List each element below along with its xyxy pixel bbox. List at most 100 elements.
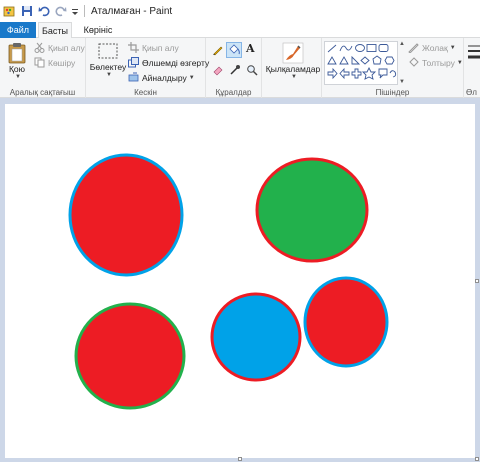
brushes-button[interactable]: Қылқаламдар ▼	[265, 42, 321, 80]
rotate-label: Айналдыру	[142, 72, 187, 83]
paste-dropdown-icon: ▼	[15, 74, 21, 80]
heart-shape-icon	[389, 70, 397, 78]
clipboard-group: Қою ▼ Қиып алу Көшіру Аралық сақтағыш	[0, 38, 86, 98]
select-dropdown-icon: ▼	[106, 72, 112, 78]
shapes-scroll-up-icon[interactable]: ▲	[399, 41, 405, 47]
select-label: Бөлектеу	[89, 62, 127, 72]
undo-icon[interactable]	[37, 4, 51, 18]
quick-access-toolbar	[0, 0, 87, 22]
curve-shape-icon	[339, 45, 353, 52]
shapes-gallery[interactable]	[324, 41, 398, 85]
brushes-dropdown-icon: ▼	[291, 74, 297, 80]
brushes-label: Қылқаламдар	[265, 64, 321, 74]
rectangle-shape-icon	[366, 44, 377, 52]
crop-button[interactable]: Қиып алу	[128, 42, 179, 53]
copy-button[interactable]: Көшіру	[34, 57, 75, 68]
clipboard-group-label: Аралық сақтағыш	[9, 88, 76, 97]
red-circle-green-outline	[74, 302, 186, 410]
rotate-icon	[128, 72, 139, 83]
size-group: Өл	[464, 38, 480, 98]
shapes-group-label: Пішіндер	[375, 88, 410, 97]
canvas-resize-handle-bottom[interactable]	[238, 457, 242, 461]
eraser-icon[interactable]	[212, 64, 224, 78]
canvas-drawing	[68, 153, 389, 410]
shapes-group: ▲ ▼ Жолақ ▼ Толтыру ▼ Пішіндер	[322, 38, 464, 98]
outline-label: Жолақ	[422, 42, 448, 53]
image-group-label: Кескін	[134, 88, 157, 97]
drawing-canvas[interactable]	[5, 104, 475, 458]
crop-label: Қиып алу	[142, 42, 179, 53]
tab-home[interactable]: Басты	[38, 22, 72, 39]
tools-group: A Құралдар	[206, 38, 262, 98]
shapes-scroll-down-icon[interactable]: ▼	[399, 79, 405, 85]
resize-label: Өлшемді өзгерту	[142, 57, 210, 68]
tab-file[interactable]: Файл	[0, 22, 36, 38]
diamond-shape-icon	[360, 56, 370, 65]
canvas-resize-handle-corner[interactable]	[475, 457, 479, 461]
triangle-shape-icon	[339, 56, 349, 65]
rotate-button[interactable]: Айналдыру ▼	[128, 72, 195, 83]
size-group-label: Өл	[466, 88, 477, 97]
ribbon-tabs: Файл Басты Көрініс	[0, 22, 480, 39]
image-group: Бөлектеу ▼ Қиып алу Өлшемді өзгерту Айна…	[86, 38, 209, 98]
line-shape-icon	[327, 44, 337, 53]
right-triangle-shape-icon	[351, 55, 361, 65]
fill-bucket-icon[interactable]	[226, 42, 242, 58]
cut-label: Қиып алу	[48, 42, 85, 53]
paintbrush-icon	[282, 42, 304, 64]
callout-shape-icon	[378, 68, 388, 79]
fill-icon	[408, 57, 419, 68]
resize-button[interactable]: Өлшемді өзгерту	[128, 57, 209, 68]
pencil-icon[interactable]	[212, 44, 224, 58]
red-circle-blue-outline	[68, 153, 184, 277]
paste-button[interactable]: Қою ▼	[6, 42, 28, 80]
copy-icon	[34, 57, 45, 68]
shapes-gallery-scroll[interactable]: ▲ ▼	[399, 41, 405, 85]
pentagon-shape-icon	[372, 55, 382, 65]
fill-dropdown[interactable]: Толтыру ▼	[408, 57, 463, 68]
rounded-rectangle-shape-icon	[378, 44, 389, 52]
fill-label: Толтыру	[422, 57, 455, 68]
title-separator	[84, 5, 85, 17]
window-title: Аталмаған - Paint	[91, 5, 173, 17]
ribbon: Қою ▼ Қиып алу Көшіру Аралық сақтағыш Бө…	[0, 38, 480, 98]
shapes-gallery-icons	[327, 44, 397, 80]
rotate-dropdown-icon: ▼	[188, 74, 195, 81]
cut-button[interactable]: Қиып алу	[34, 42, 85, 53]
copy-label: Көшіру	[48, 57, 76, 68]
cross-shape-icon	[351, 68, 362, 79]
text-tool-icon[interactable]: A	[246, 42, 255, 55]
scissors-icon	[34, 42, 45, 53]
hexagon-shape-icon	[384, 56, 395, 65]
line-width-icon[interactable]	[466, 42, 480, 64]
select-rectangle-icon	[98, 43, 118, 59]
customize-quick-access-icon[interactable]	[71, 4, 79, 18]
outline-dropdown-icon: ▼	[449, 44, 456, 51]
paint-app-icon[interactable]	[3, 4, 17, 18]
crop-icon	[128, 42, 139, 53]
paste-icon	[8, 43, 26, 64]
title-bar: Аталмаған - Paint	[0, 0, 480, 22]
blue-circle-red-outline	[210, 292, 302, 382]
tools-group-label: Құралдар	[215, 88, 252, 97]
resize-icon	[128, 57, 139, 68]
outline-dropdown[interactable]: Жолақ ▼	[408, 42, 456, 53]
select-button[interactable]: Бөлектеу ▼	[90, 42, 126, 78]
color-picker-icon[interactable]	[229, 64, 241, 78]
paste-label: Қою	[8, 64, 26, 74]
redo-icon[interactable]	[54, 4, 68, 18]
star-shape-icon	[361, 66, 377, 80]
arrow-right-shape-icon	[327, 67, 338, 80]
fill-dropdown-icon: ▼	[456, 59, 463, 66]
outline-pen-icon	[408, 42, 419, 53]
canvas-resize-handle-right[interactable]	[475, 279, 479, 283]
tab-view[interactable]: Көрініс	[78, 22, 118, 38]
green-circle-red-outline	[255, 157, 369, 263]
polygon-shape-icon	[327, 56, 337, 65]
oval-shape-icon	[355, 44, 365, 52]
red-circle-blue-outline-small	[303, 276, 389, 368]
arrow-left-shape-icon	[339, 67, 350, 80]
brushes-group: Қылқаламдар ▼	[262, 38, 322, 98]
save-icon[interactable]	[20, 4, 34, 18]
magnifier-icon[interactable]	[246, 64, 258, 78]
